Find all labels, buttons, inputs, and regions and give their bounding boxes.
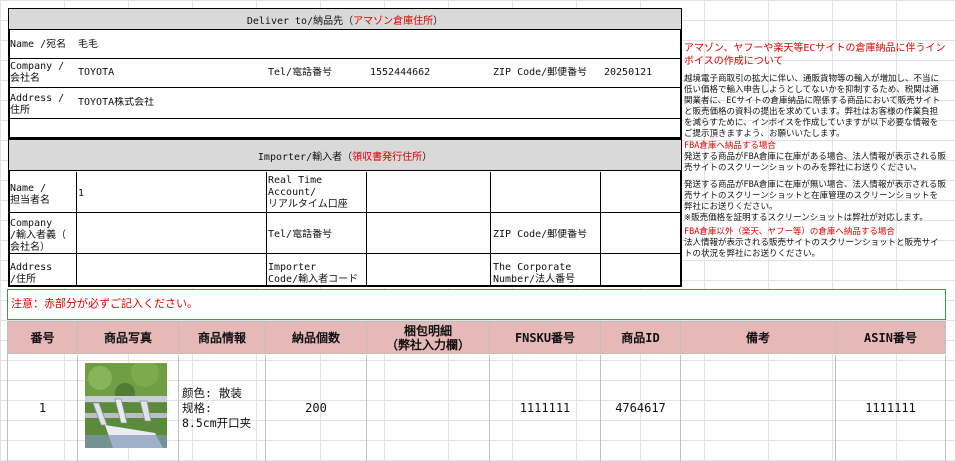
th-info: 商品情報: [179, 322, 266, 354]
side-notes-para1: 越境電子商取引の拡大に伴い、通販貨物等の輸入が増加し、不当に低い価格で輸入申告し…: [684, 74, 941, 139]
row-info-text: 颜色: 散装 规格: 8.5cm开口夹: [182, 385, 252, 430]
importer-col-divider: [366, 172, 367, 286]
importer-name-value[interactable]: 1: [78, 188, 138, 200]
importer-header-text: Importer/輸入者（: [257, 151, 353, 163]
importer-realtime-label: Real Time Account/ リアルタイム口座: [268, 175, 348, 210]
importer-header-red: 領収書発行住所: [352, 151, 423, 163]
importer-row-divider: [9, 212, 681, 213]
importer-address-label: Address /住所: [10, 262, 53, 285]
importer-col-divider: [76, 172, 77, 286]
deliver-tel-label: Tel/電話番号: [268, 67, 333, 78]
row-remarks[interactable]: [681, 355, 836, 461]
deliver-zip-label: ZIP Code/郵便番号: [493, 67, 588, 78]
importer-row-divider: [9, 253, 681, 254]
side-notes-fba-para1: 発送する商品がFBA倉庫に在庫がある場合、法人情報が表示される販売サイトのスクリ…: [684, 152, 946, 173]
side-notes-fba-title: FBA倉庫へ納品する場合: [684, 141, 776, 151]
importer-header-bar: Importer/輸入者（ 領収書発行住所）: [9, 140, 681, 171]
side-notes-other-para: 法人情報が表示される販売サイトのスクリーンショットと販売サイトの状況を弊社にお送…: [684, 238, 939, 259]
th-packing: 梱包明細 （弊社入力欄）: [367, 322, 490, 354]
row-number[interactable]: 1: [8, 355, 78, 461]
importer-zip-label: ZIP Code/郵便番号: [493, 229, 588, 240]
deliver-header-text: Deliver to/納品先（: [246, 15, 354, 27]
th-remarks: 備考: [681, 322, 836, 354]
importer-col-divider: [266, 172, 267, 286]
row-product-id[interactable]: 4764617: [601, 355, 681, 461]
deliver-header-bar: Deliver to/納品先（ アマゾン倉庫住所）: [9, 9, 681, 30]
row-photo-cell[interactable]: [78, 355, 179, 461]
deliver-address-label: Address / 住所: [10, 93, 65, 116]
th-asin: ASIN番号: [836, 322, 946, 354]
deliver-zip-value[interactable]: 20250121: [604, 67, 680, 79]
th-number: 番号: [8, 322, 78, 354]
row-info[interactable]: 颜色: 散装 规格: 8.5cm开口夹: [179, 355, 266, 461]
importer-company-label: Company /輸入者義（ 会社名）: [10, 218, 67, 253]
side-notes-other-title: FBA倉庫以外（楽天、ヤフー等）の倉庫へ納品する場合: [684, 227, 895, 237]
deliver-address-value[interactable]: TOYOTA株式会社: [78, 97, 268, 109]
deliver-header-red: アマゾン倉庫住所: [353, 15, 434, 27]
th-quantity: 納品個数: [266, 322, 367, 354]
importer-header-suffix: ）: [422, 151, 433, 163]
importer-name-label: Name / 担当者名: [10, 183, 50, 206]
deliver-row-divider: [9, 87, 681, 88]
row-quantity[interactable]: 200: [266, 355, 367, 461]
clothespin-clip-photo: [85, 363, 167, 448]
th-product-id: 商品ID: [601, 322, 681, 354]
row-fnsku[interactable]: 1111111: [490, 355, 601, 461]
importer-corporate-label: The Corporate Number/法人番号: [493, 262, 576, 285]
row-asin[interactable]: 1111111: [836, 355, 946, 461]
row-packing[interactable]: [367, 355, 490, 461]
deliver-header-suffix: ）: [433, 15, 444, 27]
importer-code-label: Importer Code/輸入者コード: [268, 262, 359, 285]
notice-text: 注意：赤部分が必ずご記入ください。: [11, 298, 198, 310]
th-photo: 商品写真: [78, 322, 179, 354]
th-fnsku: FNSKU番号: [490, 322, 601, 354]
deliver-tel-value[interactable]: 1552444662: [370, 67, 470, 79]
deliver-company-label: Company / 会社名: [10, 61, 65, 84]
side-notes-title: アマゾン、ヤフーや楽天等ECサイトの倉庫納品に伴うインボイスの作成について: [684, 43, 946, 67]
importer-tel-label: Tel/電話番号: [268, 229, 333, 240]
deliver-name-value[interactable]: 毛毛: [78, 39, 198, 51]
importer-col-divider: [490, 172, 491, 286]
deliver-company-value[interactable]: TOYOTA: [78, 67, 198, 79]
deliver-row-divider: [9, 58, 681, 59]
importer-col-divider: [600, 172, 601, 286]
deliver-name-label: Name /宛名: [10, 39, 67, 50]
deliver-row-divider: [9, 118, 681, 119]
side-notes-fba-para2: 発送する商品がFBA倉庫に在庫が無い場合、法人情報が表示される販売サイトのスクリ…: [684, 180, 946, 223]
